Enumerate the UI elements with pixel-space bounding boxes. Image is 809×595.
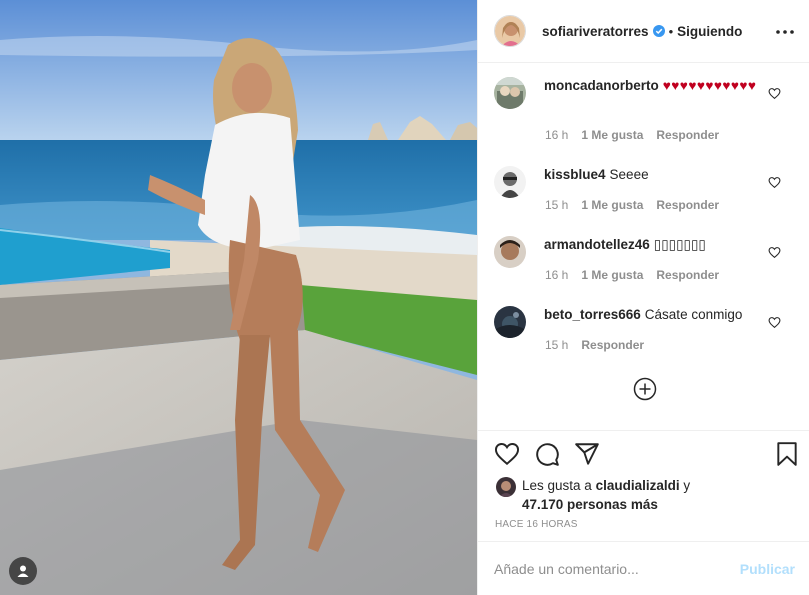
commenter-username[interactable]: kissblue4 [544,167,606,182]
post-side-panel: sofiariveratorres • Siguiendo moncadanor… [477,0,809,595]
likes-count[interactable]: 47.170 personas más [522,497,658,512]
post-header: sofiariveratorres • Siguiendo [478,0,809,63]
add-comment-form: Publicar [478,541,809,595]
comment-like-icon[interactable] [768,316,781,329]
post-actions: Les gusta a claudializaldi y 47.170 pers… [478,430,809,530]
likes-connector: y [683,478,691,493]
likes-prefix: Les gusta a [522,478,592,493]
verified-badge-icon [652,25,665,37]
comment-likes[interactable]: 1 Me gusta [581,128,643,142]
author-avatar[interactable] [494,15,526,47]
commenter-avatar[interactable] [494,306,526,338]
share-direct-icon[interactable] [574,441,600,467]
comment-item: beto_torres666 Cásate conmigo 15 h Respon… [494,306,793,352]
tagged-users-icon[interactable] [9,557,37,585]
liker-username[interactable]: claudializaldi [596,478,680,493]
likes-summary: Les gusta a claudializaldi y 47.170 pers… [496,476,690,514]
comment-time[interactable]: 16 h [545,268,568,282]
comment-time[interactable]: 16 h [545,128,568,142]
comments-list[interactable]: moncadanorberto ♥♥♥♥♥♥♥♥♥♥♥ 16 h 1 Me gus… [478,64,809,429]
comment-like-icon[interactable] [768,246,781,259]
comment-bubble-icon[interactable] [534,441,560,467]
reply-button[interactable]: Responder [656,198,719,212]
comment-item: kissblue4 Seeee 15 h 1 Me gusta Responder [494,166,793,212]
comment-time[interactable]: 15 h [545,198,568,212]
reply-button[interactable]: Responder [581,338,644,352]
comment-meta: 16 h 1 Me gusta Responder [545,268,719,282]
commenter-username[interactable]: beto_torres666 [544,307,641,322]
separator-dot: • [668,23,674,39]
reply-button[interactable]: Responder [656,128,719,142]
comment-time[interactable]: 15 h [545,338,568,352]
comment-input[interactable] [494,560,740,577]
comment-text: Seeee [609,167,649,182]
reply-button[interactable]: Responder [656,268,719,282]
comment-likes[interactable]: 1 Me gusta [581,198,643,212]
load-more-comments-icon[interactable] [633,377,657,401]
comment-like-icon[interactable] [768,87,781,100]
comment-like-icon[interactable] [768,176,781,189]
save-bookmark-icon[interactable] [774,441,800,467]
comment-meta: 16 h 1 Me gusta Responder [545,128,719,142]
like-heart-icon[interactable] [494,441,520,467]
commenter-avatar[interactable] [494,236,526,268]
comment-meta: 15 h Responder [545,338,644,352]
comment-meta: 15 h 1 Me gusta Responder [545,198,719,212]
publish-button[interactable]: Publicar [740,561,795,577]
commenter-avatar[interactable] [494,166,526,198]
comment-text: ♥♥♥♥♥♥♥♥♥♥♥ [662,78,757,93]
comment-text: Cásate conmigo [644,307,743,322]
comment-likes[interactable]: 1 Me gusta [581,268,643,282]
comment-item: armandotellez46 ▯▯▯▯▯▯▯ 16 h 1 Me gusta R… [494,236,793,282]
liker-avatar[interactable] [496,477,516,497]
beach-photo-illustration [0,0,477,595]
post-timestamp[interactable]: HACE 16 HORAS [495,519,578,530]
comment-item: moncadanorberto ♥♥♥♥♥♥♥♥♥♥♥ 16 h 1 Me gus… [494,77,793,142]
comment-text: ▯▯▯▯▯▯▯ [653,237,706,252]
commenter-avatar[interactable] [494,77,526,109]
commenter-username[interactable]: moncadanorberto [544,78,659,93]
more-options-icon[interactable] [775,22,795,42]
author-username[interactable]: sofiariveratorres [542,24,649,39]
post-photo[interactable] [0,0,477,595]
commenter-username[interactable]: armandotellez46 [544,237,650,252]
following-button[interactable]: Siguiendo [677,24,742,39]
